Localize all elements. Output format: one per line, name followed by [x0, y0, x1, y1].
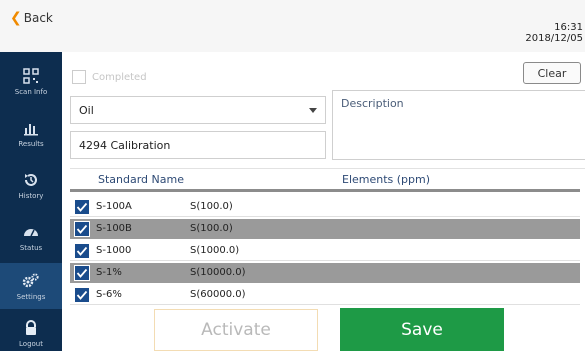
checkmark-icon: [76, 224, 88, 234]
matrix-select-value: Oil: [79, 103, 94, 117]
row-elements: S(10000.0): [190, 267, 246, 278]
checkmark-icon: [76, 268, 88, 278]
row-standard-name: S-6%: [96, 289, 122, 300]
lock-icon: [22, 319, 40, 337]
save-button[interactable]: Save: [340, 308, 504, 351]
matrix-select[interactable]: Oil: [70, 96, 326, 124]
sidebar-item-results[interactable]: Results: [0, 110, 62, 156]
table-header-divider: [70, 189, 580, 192]
row-elements: S(60000.0): [190, 289, 246, 300]
completed-label: Completed: [92, 71, 147, 83]
activate-button[interactable]: Activate: [154, 309, 318, 351]
sidebar-item-logout[interactable]: Logout: [0, 310, 62, 351]
history-icon: [22, 171, 40, 189]
back-button[interactable]: ❮ Back: [10, 10, 53, 26]
checkbox-box[interactable]: [72, 70, 86, 84]
table-row[interactable]: S-1000 S(1000.0): [70, 241, 580, 261]
sidebar-item-history[interactable]: History: [0, 162, 62, 208]
chevron-left-icon: ❮: [10, 10, 22, 26]
table-row[interactable]: S-6% S(60000.0): [70, 285, 580, 305]
sidebar-item-label: History: [18, 191, 44, 200]
bar-chart-icon: [22, 119, 40, 137]
sidebar-item-status[interactable]: Status: [0, 214, 62, 260]
column-header-elements: Elements (ppm): [342, 173, 431, 186]
qr-icon: [22, 67, 40, 85]
sidebar-item-label: Results: [18, 139, 44, 148]
checkmark-icon: [76, 246, 88, 256]
top-bar: ❮ Back 16:31 2018/12/05: [0, 0, 585, 52]
table-header: Standard Name Elements (ppm): [70, 168, 585, 188]
row-checkbox[interactable]: [74, 199, 90, 215]
row-checkbox[interactable]: [74, 287, 90, 303]
completed-checkbox[interactable]: Completed: [72, 70, 147, 84]
row-checkbox[interactable]: [74, 265, 90, 281]
sidebar-item-label: Status: [19, 243, 43, 252]
sidebar-item-label: Scan Info: [14, 87, 48, 96]
gears-icon: [22, 272, 40, 290]
back-label: Back: [23, 11, 53, 25]
sidebar-item-label: Settings: [16, 292, 46, 301]
checkmark-icon: [76, 290, 88, 300]
clock-time: 16:31: [554, 22, 583, 33]
table-row[interactable]: S-1% S(10000.0): [70, 263, 580, 283]
checkmark-icon: [76, 202, 88, 212]
sidebar-item-scan-info[interactable]: Scan Info: [0, 58, 62, 104]
clock-date: 2018/12/05: [525, 33, 583, 44]
row-standard-name: S-100A: [96, 201, 132, 212]
sidebar-item-settings[interactable]: Settings: [0, 263, 62, 309]
gauge-icon: [22, 223, 40, 241]
column-header-standard-name: Standard Name: [98, 173, 184, 186]
row-checkbox[interactable]: [74, 243, 90, 259]
row-standard-name: S-1000: [96, 245, 132, 256]
description-field[interactable]: Description: [332, 90, 585, 160]
row-standard-name: S-100B: [96, 223, 132, 234]
caret-down-icon: [309, 108, 317, 113]
table-row[interactable]: S-100A S(100.0): [70, 197, 580, 217]
description-label: Description: [341, 97, 404, 110]
row-elements: S(100.0): [190, 223, 233, 234]
table-row[interactable]: S-100B S(100.0): [70, 219, 580, 239]
row-standard-name: S-1%: [96, 267, 122, 278]
sidebar: Scan Info Results History Status Setting…: [0, 52, 62, 351]
sidebar-item-label: Logout: [19, 339, 43, 348]
calibration-name-value: 4294 Calibration: [79, 138, 171, 152]
row-elements: S(100.0): [190, 201, 233, 212]
row-elements: S(1000.0): [190, 245, 240, 256]
clear-button[interactable]: Clear: [523, 62, 581, 84]
calibration-name-field[interactable]: 4294 Calibration: [70, 131, 326, 159]
clock: 16:31 2018/12/05: [525, 22, 583, 44]
row-checkbox[interactable]: [74, 221, 90, 237]
